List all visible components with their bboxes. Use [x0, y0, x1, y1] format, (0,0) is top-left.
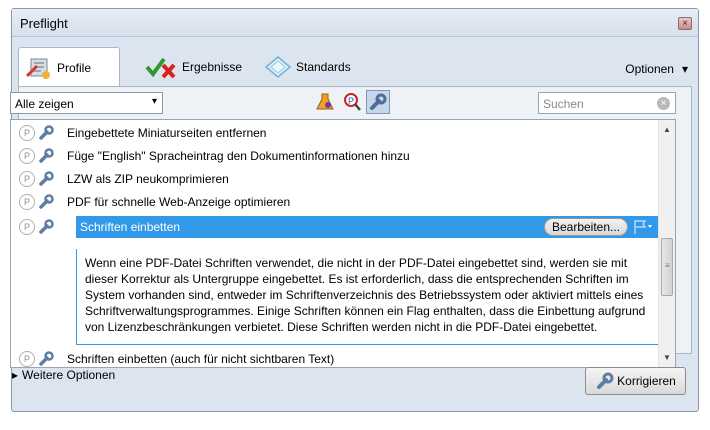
- wrench-icon: [39, 351, 54, 366]
- tab-results[interactable]: Ergebnisse: [138, 47, 256, 87]
- list-item[interactable]: P Schriften einbetten Bearbeiten...: [11, 216, 659, 238]
- filter-dropdown[interactable]: Alle zeigen ▾: [10, 92, 163, 114]
- list-item-label: LZW als ZIP neukomprimieren: [67, 172, 229, 186]
- search-placeholder: Suchen: [543, 97, 584, 111]
- profile-search-button[interactable]: P: [340, 90, 364, 114]
- list-item[interactable]: P LZW als ZIP neukomprimieren: [11, 168, 659, 190]
- flask-icon: [316, 93, 334, 110]
- fixup-list: P Eingebettete Miniaturseiten entfernen …: [10, 119, 676, 368]
- list-item-label: PDF für schnelle Web-Anzeige optimieren: [67, 195, 291, 209]
- options-menu-label: Optionen: [625, 62, 674, 76]
- window-title: Preflight: [20, 16, 68, 31]
- standards-icon: [264, 56, 292, 78]
- chevron-down-icon: ▾: [681, 62, 688, 76]
- tab-results-label: Ergebnisse: [182, 60, 243, 74]
- list-item[interactable]: P PDF für schnelle Web-Anzeige optimiere…: [11, 191, 659, 213]
- wrench-icon: [39, 148, 54, 163]
- edit-button[interactable]: Bearbeiten...: [544, 218, 628, 236]
- flask-button[interactable]: [313, 90, 337, 114]
- vertical-scrollbar[interactable]: ▲ ≡ ▼: [658, 120, 675, 367]
- filter-value: Alle zeigen: [15, 97, 74, 111]
- profile-p-icon: P: [19, 125, 35, 141]
- list-item-label: Eingebettete Miniaturseiten entfernen: [67, 126, 267, 140]
- close-icon: ×: [682, 18, 688, 29]
- tab-profile[interactable]: Profile: [18, 47, 120, 87]
- flag-icon[interactable]: [633, 219, 653, 235]
- wrench-icon: [39, 219, 54, 234]
- clear-search-icon[interactable]: ×: [657, 97, 670, 110]
- expand-arrow-icon: ▸: [12, 368, 19, 382]
- tab-standards-label: Standards: [296, 60, 351, 74]
- fix-button-label: Korrigieren: [617, 374, 676, 388]
- svg-text:P: P: [348, 96, 354, 106]
- wrench-icon: [39, 171, 54, 186]
- fix-button[interactable]: Korrigieren: [585, 367, 686, 395]
- search-input[interactable]: Suchen ×: [538, 92, 676, 114]
- list-item-label: Füge "English" Spracheintrag den Dokumen…: [67, 149, 410, 163]
- list-item[interactable]: P Füge "English" Spracheintrag den Dokum…: [11, 145, 659, 167]
- profile-icon: [25, 58, 50, 79]
- fixup-wrench-icon: [370, 93, 387, 110]
- options-menu[interactable]: Optionen ▾: [625, 62, 688, 76]
- scroll-up-icon[interactable]: ▲: [663, 125, 671, 134]
- profile-p-icon: P: [19, 171, 35, 187]
- tab-profile-label: Profile: [57, 60, 92, 75]
- more-options-toggle[interactable]: ▸ Weitere Optionen: [12, 368, 115, 382]
- close-button[interactable]: ×: [678, 17, 692, 30]
- profile-p-icon: P: [19, 194, 35, 210]
- tab-standards[interactable]: Standards: [258, 47, 368, 87]
- list-item-label: Schriften einbetten (auch für nicht sich…: [67, 352, 335, 366]
- fixup-description: Wenn eine PDF-Datei Schriften verwendet,…: [76, 249, 668, 345]
- wrench-icon: [39, 194, 54, 209]
- profile-magnify-icon: P: [344, 93, 361, 111]
- profile-p-icon: P: [19, 351, 35, 367]
- profile-p-icon: P: [19, 148, 35, 164]
- wrench-icon: [39, 125, 54, 140]
- title-bar: Preflight ×: [12, 9, 698, 37]
- chevron-down-icon: ▾: [151, 96, 157, 107]
- tab-bar: Profile Ergebnisse Standards Optionen ▾: [12, 37, 698, 87]
- grip-icon: ≡: [665, 261, 670, 270]
- scrollbar-thumb[interactable]: ≡: [661, 238, 673, 296]
- results-icon: [145, 57, 176, 79]
- more-options-label: Weitere Optionen: [22, 368, 116, 382]
- list-item[interactable]: P Schriften einbetten (auch für nicht si…: [11, 348, 659, 367]
- fixup-filter-button[interactable]: [366, 90, 390, 114]
- profile-p-icon: P: [19, 219, 35, 235]
- scroll-down-icon[interactable]: ▼: [663, 353, 671, 362]
- wrench-icon: [597, 372, 614, 389]
- list-item[interactable]: P Eingebettete Miniaturseiten entfernen: [11, 122, 659, 144]
